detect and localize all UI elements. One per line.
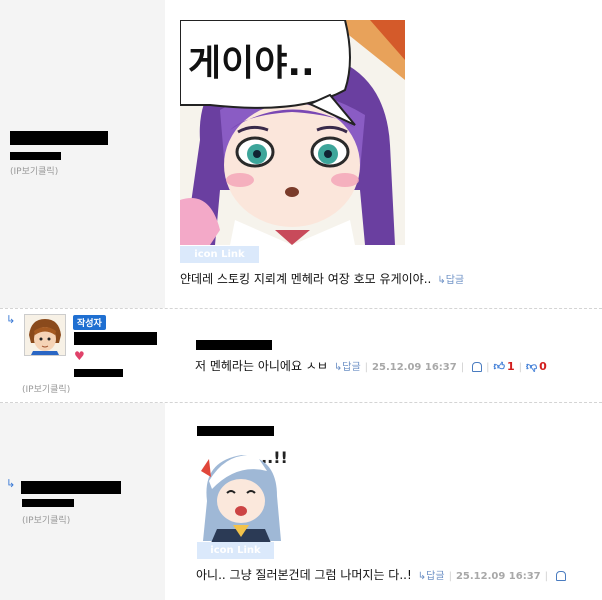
heart-icon: ♥ [74,349,85,363]
ip-view-link[interactable]: (IP보기클릭) [22,382,70,395]
report-bell-icon[interactable] [556,570,566,581]
ip-view-link[interactable]: (IP보기클릭) [10,164,58,177]
reply-button[interactable]: ↳답글 [334,362,361,373]
separator: | [364,362,369,373]
separator: | [448,571,452,582]
separator: | [518,362,522,373]
comment-1-image: 게이야.. [180,20,405,245]
comment-3-author-panel: ↳ (IP보기클릭) [0,403,165,600]
avatar-image [25,315,65,355]
separator: | [460,362,465,373]
anime-girl-image: 게이야.. [180,20,405,245]
comment-3: ↳ (IP보기클릭) ...!! icon Link 아니.. 그냥 질러본건데… [0,403,602,600]
author-id-redacted [10,152,61,160]
comment-3-text: 아니.. 그냥 질러본건데 그럼 나머지는 다..! ↳답글 | 25.12.09 1… [196,566,566,583]
icon-link-label[interactable]: icon Link [180,246,259,263]
comment-3-title-redacted [197,426,274,436]
reply-indent-arrow-icon: ↳ [6,477,16,490]
comment-2: ↳ 작성자 ♥ (IP보기클릭) 저 멘헤라는 아니에요 ㅅㅂ ↳답글 | 25.12… [0,309,602,401]
downvote-button[interactable]: 👎︎ 0 [526,360,547,373]
reply-indent-arrow-icon: ↳ [6,313,16,326]
comment-3-image: ...!! [197,441,307,543]
ip-view-link[interactable]: (IP보기클릭) [22,513,70,526]
comment-date: 25.12.09 16:37 [372,362,457,373]
thumbs-up-icon: 👍︎ [493,360,505,373]
separator: | [544,571,548,582]
comment-text: 얀데레 스토킹 지뢰계 멘헤라 여장 호모 유게이야.. [180,272,432,286]
comment-1-text: 얀데레 스토킹 지뢰계 멘헤라 여장 호모 유게이야.. ↳답글 [180,270,464,287]
downvote-count: 0 [539,360,547,373]
comment-text: 저 멘헤라는 아니에요 ㅅㅂ [195,359,328,373]
upvote-count: 1 [506,360,515,373]
upvote-button[interactable]: 👍︎ 1 [493,360,514,373]
comment-date: 25.12.09 16:37 [455,571,541,582]
avatar[interactable] [24,314,66,356]
comment-text: 아니.. 그냥 질러본건데 그럼 나머지는 다..! [196,568,412,582]
comment-2-author-panel: ↳ 작성자 ♥ (IP보기클릭) [0,309,165,401]
report-bell-icon[interactable] [472,361,483,372]
chibi-girl-image: ...!! [197,441,307,543]
comment-1-author-panel: (IP보기클릭) [0,0,165,308]
author-id-redacted [22,499,74,507]
author-id-redacted [74,369,123,377]
comment-2-text: 저 멘헤라는 아니에요 ㅅㅂ ↳답글 | 25.12.09 16:37 | | 👍︎ 1 | 👎︎… [195,357,547,374]
author-name-redacted [74,332,157,345]
thumbs-down-icon: 👎︎ [526,360,538,373]
author-name-redacted [21,481,121,494]
reply-button[interactable]: ↳답글 [437,275,464,286]
author-badge: 작성자 [73,315,106,330]
speech-bubble-text: 게이야.. [188,43,315,84]
separator: | [486,362,490,373]
icon-link-label[interactable]: icon Link [197,542,274,559]
comment-1: (IP보기클릭) 게이야.. icon Link 얀데레 스토킹 지뢰계 멘헤라… [0,0,602,308]
author-name-redacted [10,131,108,145]
reply-button[interactable]: ↳답글 [418,571,445,582]
comment-2-title-redacted [196,340,272,350]
